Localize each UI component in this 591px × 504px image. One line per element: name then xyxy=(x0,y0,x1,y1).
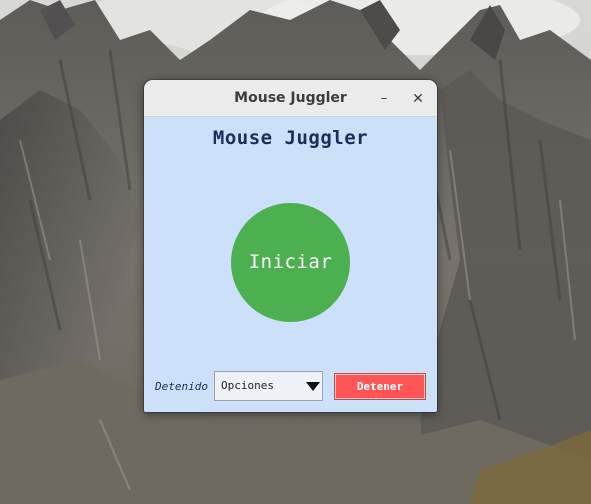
app-content: Mouse Juggler Iniciar Detenido Opciones … xyxy=(144,117,437,412)
title-bar[interactable]: Mouse Juggler – ✕ xyxy=(144,80,437,117)
close-icon[interactable]: ✕ xyxy=(407,88,429,110)
app-heading: Mouse Juggler xyxy=(212,127,369,149)
minimize-icon[interactable]: – xyxy=(373,88,395,110)
options-selected-value: Opciones xyxy=(221,379,274,392)
status-label: Detenido xyxy=(155,380,208,393)
stop-button[interactable]: Detener xyxy=(334,373,426,400)
triangle-down-icon xyxy=(306,382,320,391)
start-button[interactable]: Iniciar xyxy=(231,203,350,322)
app-window: Mouse Juggler – ✕ Mouse Juggler Iniciar … xyxy=(144,80,437,412)
options-dropdown[interactable]: Opciones xyxy=(214,371,323,401)
